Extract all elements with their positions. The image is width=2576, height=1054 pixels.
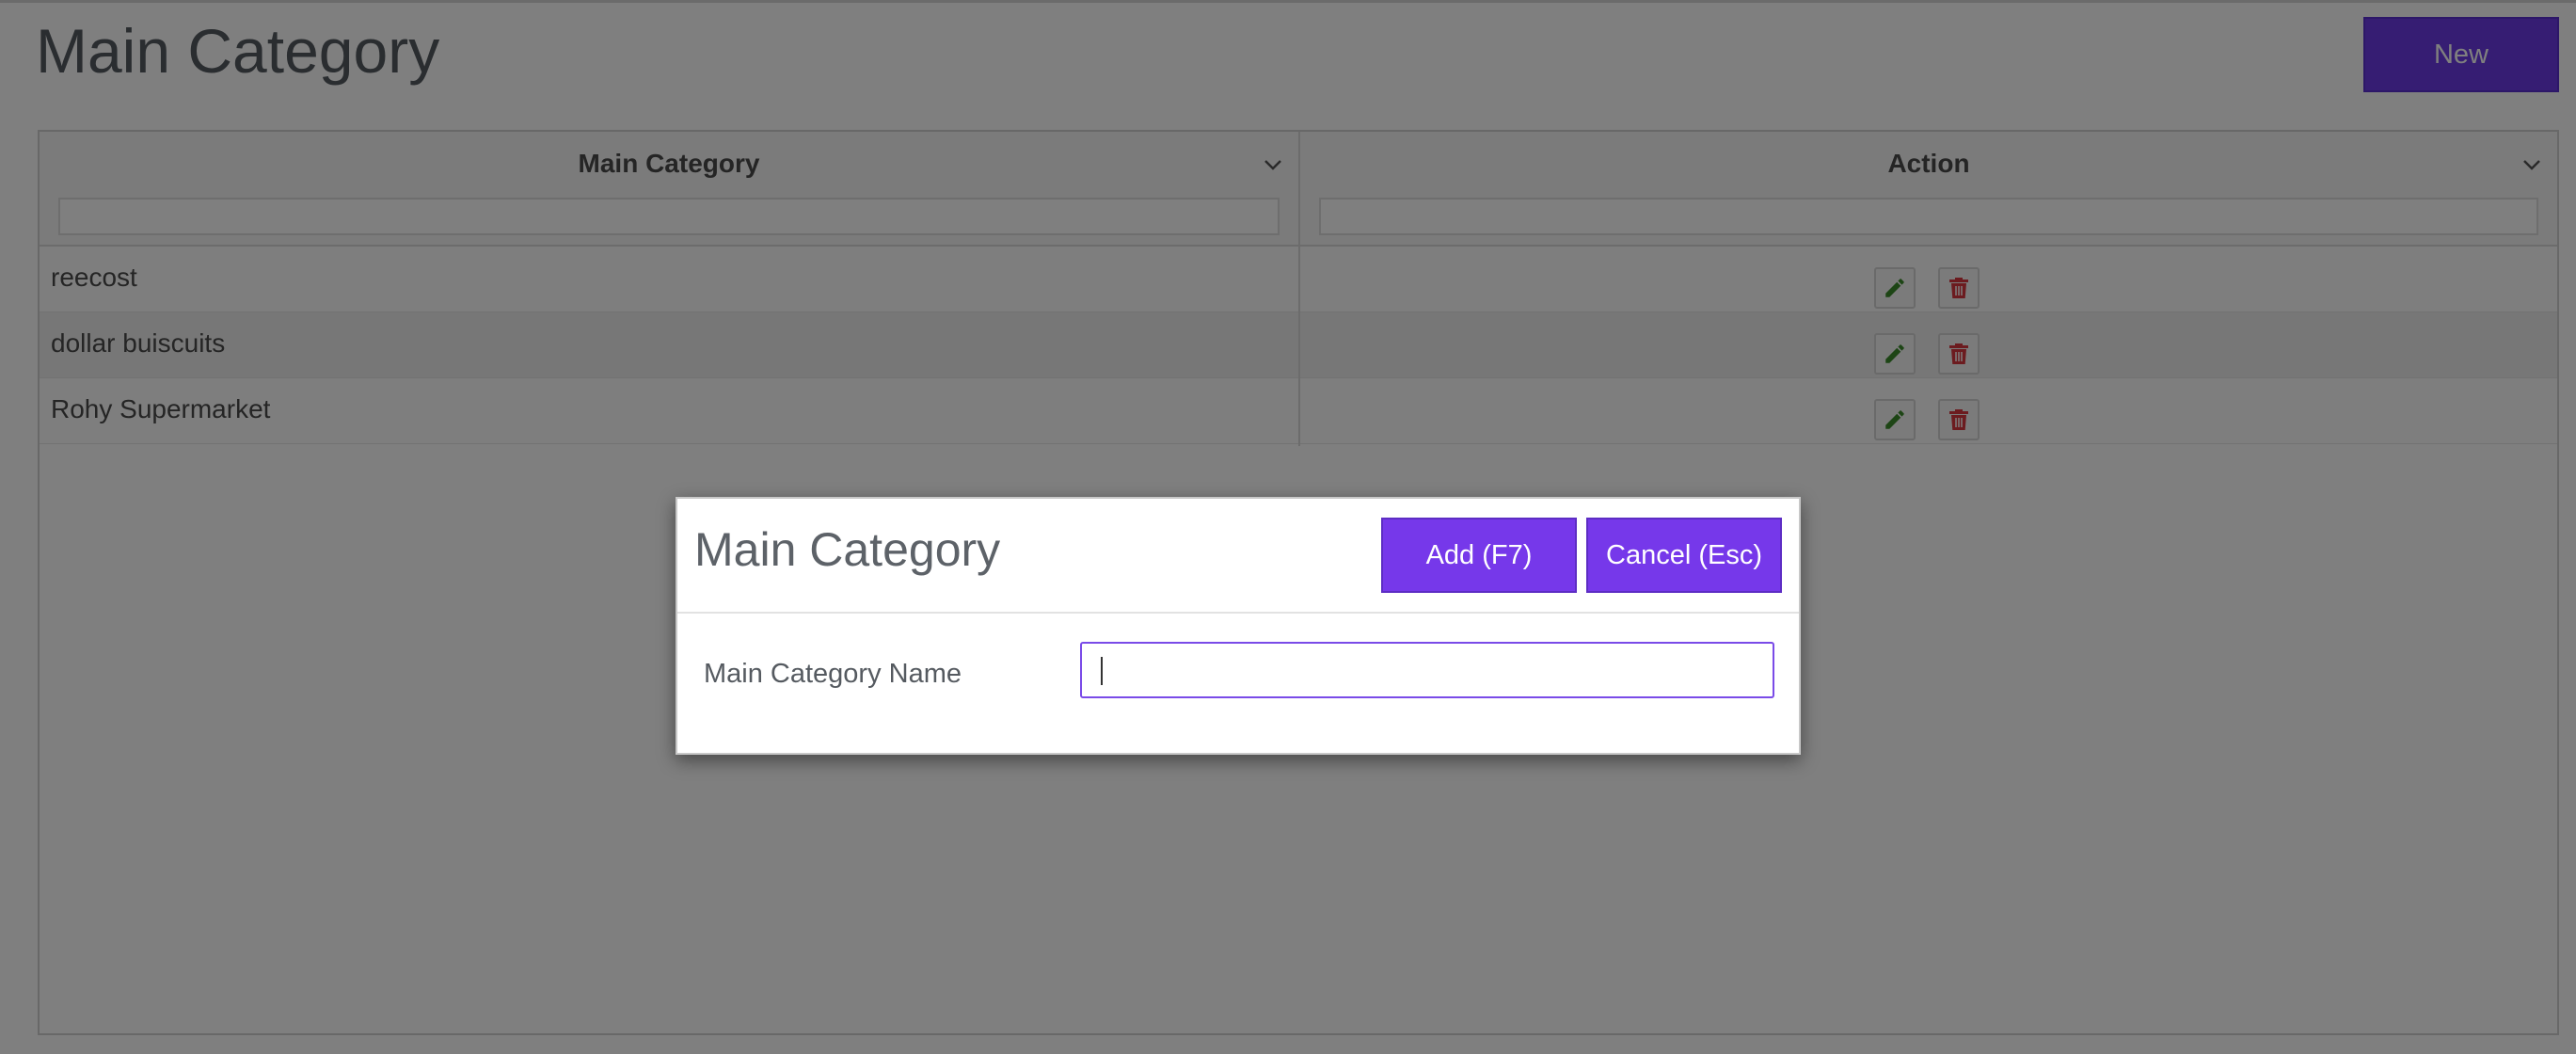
dialog-header: Main Category Add (F7) Cancel (Esc): [677, 499, 1799, 614]
add-button[interactable]: Add (F7): [1381, 518, 1577, 593]
text-caret: [1101, 657, 1103, 685]
main-category-dialog: Main Category Add (F7) Cancel (Esc) Main…: [676, 497, 1801, 755]
cancel-button[interactable]: Cancel (Esc): [1586, 518, 1782, 593]
main-category-name-label: Main Category Name: [704, 659, 962, 689]
main-category-name-input[interactable]: [1080, 642, 1774, 698]
dialog-title: Main Category: [694, 523, 1001, 576]
